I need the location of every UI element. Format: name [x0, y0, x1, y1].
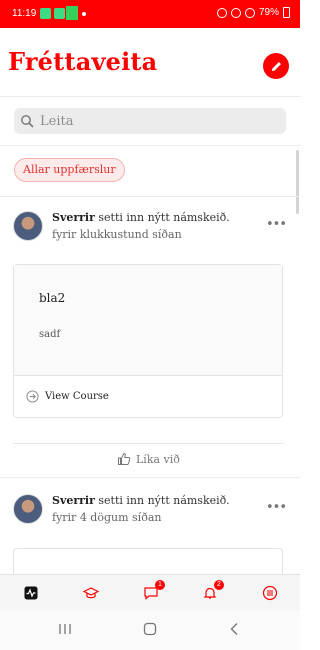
arrow-circle-icon [26, 390, 39, 403]
bottom-tab-bar: 1 2 [0, 574, 300, 610]
status-right: 79% [216, 7, 290, 18]
post-header: Sverrir setti inn nýtt námskeið. fyrir 4… [0, 494, 300, 538]
activity-icon [24, 586, 38, 600]
tab-notifications[interactable]: 2 [201, 580, 224, 602]
course-footer: View Course [14, 375, 282, 417]
post-time: fyrir klukkustund síðan [52, 228, 182, 241]
filter-chip-all-updates[interactable]: Allar uppfærslur [14, 158, 125, 182]
home-icon[interactable] [143, 622, 157, 636]
search-bar[interactable] [14, 108, 286, 134]
avatar[interactable] [13, 211, 43, 241]
like-button[interactable]: Líka við [117, 452, 180, 466]
battery-icon [283, 7, 290, 18]
compose-button[interactable] [263, 53, 289, 79]
course-card[interactable]: bla2 sadf View Course [13, 264, 283, 418]
page-title: Fréttaveita [8, 47, 158, 76]
notification-dot-icon [82, 12, 86, 16]
app-header: Fréttaveita [0, 28, 300, 96]
post-author[interactable]: Sverrir [52, 211, 95, 224]
course-body: bla2 sadf [14, 265, 282, 375]
post-author-line: Sverrir setti inn nýtt námskeið. [52, 494, 230, 507]
like-label: Líka við [136, 452, 180, 466]
post-author-line: Sverrir setti inn nýtt námskeið. [52, 211, 230, 224]
recent-apps-icon[interactable] [58, 622, 72, 636]
post-time: fyrir 4 dögum síðan [52, 511, 162, 524]
android-notification-icon [40, 8, 51, 19]
pencil-icon [271, 61, 281, 71]
avatar[interactable] [13, 494, 43, 524]
scrollbar[interactable] [296, 150, 299, 214]
post-author[interactable]: Sverrir [52, 494, 95, 507]
notifications-badge: 2 [214, 580, 224, 590]
tab-activity[interactable] [22, 584, 40, 602]
post-divider [0, 477, 300, 478]
course-title: bla2 [39, 291, 66, 305]
post-action: setti inn nýtt námskeið. [94, 494, 230, 507]
course-description: sadf [39, 329, 61, 340]
battery-percent: 79% [258, 7, 279, 18]
post-actions-row: Líka við [13, 443, 285, 473]
post-more-options-button[interactable]: ••• [266, 500, 287, 515]
header-divider [0, 96, 300, 97]
post-action: setti inn nýtt námskeið. [94, 211, 230, 224]
filter-divider [0, 196, 300, 197]
messages-badge: 1 [155, 580, 165, 590]
system-navigation-bar [0, 610, 300, 650]
post-header: Sverrir setti inn nýtt námskeið. fyrir k… [0, 211, 300, 255]
view-course-label: View Course [45, 391, 109, 402]
signal-icon [244, 7, 255, 18]
post-more-options-button[interactable]: ••• [266, 217, 287, 232]
android-notification-icon-2 [54, 8, 65, 19]
tab-messages[interactable]: 1 [142, 580, 165, 602]
alarm-icon [216, 7, 227, 18]
app-notification-icon [66, 6, 78, 20]
tab-courses[interactable] [82, 584, 100, 602]
tab-menu[interactable] [261, 584, 279, 602]
search-divider [0, 145, 300, 146]
search-icon [21, 115, 34, 128]
graduation-cap-icon [83, 587, 99, 599]
status-bar: 11:19 79% [0, 0, 300, 28]
view-course-link[interactable]: View Course [26, 390, 109, 403]
status-time: 11:19 [12, 8, 37, 19]
wifi-icon [230, 7, 241, 18]
menu-icon [262, 585, 278, 601]
thumbs-up-icon [118, 452, 131, 465]
search-input[interactable] [40, 111, 280, 131]
back-icon[interactable] [228, 622, 242, 636]
